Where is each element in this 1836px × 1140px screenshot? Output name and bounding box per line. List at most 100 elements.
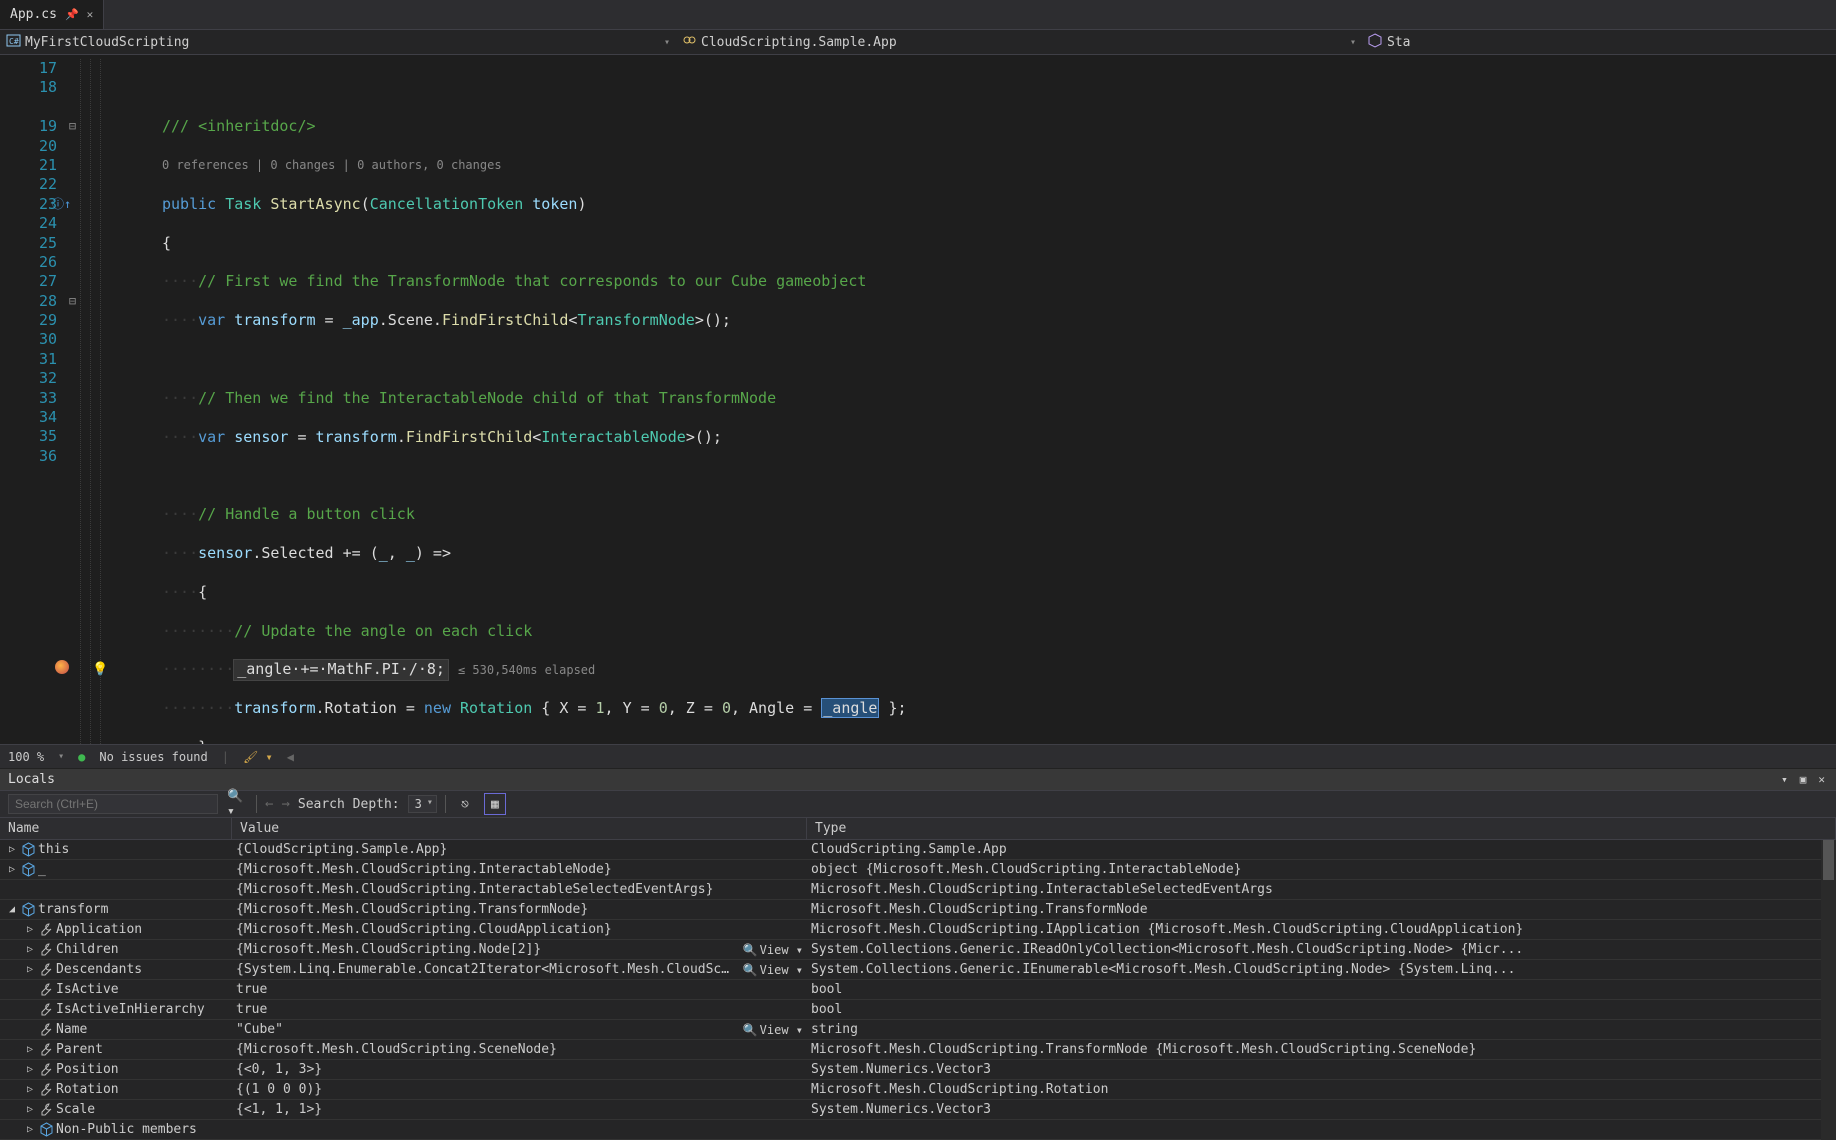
row-name: Position: [56, 1062, 119, 1077]
back-icon[interactable]: ←: [265, 796, 273, 812]
locals-row[interactable]: ▷ Rotation {(1 0 0 0)} Microsoft.Mesh.Cloud…: [0, 1080, 1836, 1100]
locals-row[interactable]: ▷ Application {Microsoft.Mesh.CloudScripti…: [0, 920, 1836, 940]
locals-row[interactable]: ◢transform{Microsoft.Mesh.CloudScripting…: [0, 900, 1836, 920]
expander-icon[interactable]: ▷: [24, 944, 36, 955]
row-value: {Microsoft.Mesh.CloudScripting.Interacta…: [236, 862, 803, 877]
wrench-icon: [38, 962, 54, 978]
locals-body[interactable]: ▷this{CloudScripting.Sample.App}CloudScr…: [0, 840, 1836, 1140]
view-dropdown[interactable]: 🔍 View ▾: [737, 963, 803, 977]
codelens[interactable]: 0 references | 0 changes | 0 authors, 0 …: [162, 156, 1836, 175]
brush-icon[interactable]: 🖌 ▾: [243, 750, 273, 764]
locals-grid-header: Name Value Type: [0, 818, 1836, 840]
locals-row[interactable]: ▷Children{Microsoft.Mesh.CloudScripting.…: [0, 940, 1836, 960]
row-value: {<0, 1, 3>}: [236, 1062, 803, 1077]
locals-title: Locals: [8, 772, 55, 787]
lightbulb-icon[interactable]: 💡: [92, 660, 108, 679]
code-editor[interactable]: 17 18 19 20 21 22 23 24 25 26 27 28 29 3…: [0, 55, 1836, 744]
depth-select[interactable]: 3: [408, 795, 437, 813]
view-dropdown[interactable]: 🔍 View ▾: [737, 943, 803, 957]
expander-icon[interactable]: ▷: [24, 1064, 36, 1075]
tree-toggle-icon[interactable]: ⎋: [454, 793, 476, 815]
locals-row[interactable]: ▷this{CloudScripting.Sample.App}CloudScr…: [0, 840, 1836, 860]
expander-icon[interactable]: ▷: [6, 864, 18, 875]
row-value: {(1 0 0 0)}: [236, 1082, 803, 1097]
zoom-chevron-icon[interactable]: ▾: [58, 751, 64, 762]
col-type-header[interactable]: Type: [807, 818, 1836, 839]
row-value: {Microsoft.Mesh.CloudScripting.Node[2]}: [236, 942, 737, 957]
row-value: {Microsoft.Mesh.CloudScripting.CloudAppl…: [236, 922, 803, 937]
expander-icon[interactable]: ▷: [24, 1104, 36, 1115]
close-window-icon[interactable]: ✕: [1815, 773, 1828, 786]
expander-icon[interactable]: ▷: [24, 924, 36, 935]
nav-left-icon[interactable]: ◀: [287, 750, 294, 764]
nav-class[interactable]: CloudScripting.Sample.App ▾: [682, 33, 1362, 52]
row-value: {CloudScripting.Sample.App}: [236, 842, 803, 857]
row-type: CloudScripting.Sample.App: [807, 842, 1836, 857]
code-content[interactable]: /// <inheritdoc/> 0 references | 0 chang…: [162, 55, 1836, 744]
pin-icon[interactable]: 📌: [65, 8, 79, 21]
expander-icon[interactable]: ◢: [6, 904, 18, 915]
row-type: System.Numerics.Vector3: [807, 1102, 1836, 1117]
row-name: Descendants: [56, 962, 142, 977]
pin-window-icon[interactable]: ▣: [1797, 773, 1810, 786]
row-name: Name: [56, 1022, 87, 1037]
search-icon[interactable]: 🔍▾: [226, 793, 248, 815]
cube-icon: [38, 1122, 54, 1138]
row-value: {Microsoft.Mesh.CloudScripting.Transform…: [236, 902, 803, 917]
nav-project[interactable]: C# MyFirstCloudScripting ▾: [6, 33, 676, 52]
row-name: Parent: [56, 1042, 103, 1057]
highlight-toggle-icon[interactable]: ▦: [484, 793, 506, 815]
col-name-header[interactable]: Name: [0, 818, 232, 839]
locals-row[interactable]: IsActivetruebool: [0, 980, 1836, 1000]
forward-icon[interactable]: →: [281, 796, 289, 812]
row-name: Rotation: [56, 1082, 119, 1097]
locals-row[interactable]: ▷Scale{<1, 1, 1>}System.Numerics.Vector3: [0, 1100, 1836, 1120]
nav-project-label: MyFirstCloudScripting: [25, 35, 189, 50]
row-value: {System.Linq.Enumerable.Concat2Iterator<…: [236, 962, 737, 977]
nav-member[interactable]: Sta: [1368, 33, 1830, 52]
tab-bar: App.cs 📌 ✕: [0, 0, 1836, 30]
row-name: _: [38, 862, 46, 877]
col-value-header[interactable]: Value: [232, 818, 807, 839]
locals-row[interactable]: IsActiveInHierarchytruebool: [0, 1000, 1836, 1020]
window-dropdown-icon[interactable]: ▾: [1778, 773, 1791, 786]
svg-text:C#: C#: [9, 37, 19, 46]
locals-row[interactable]: ▷Non-Public members: [0, 1120, 1836, 1140]
chevron-down-icon: ▾: [664, 37, 676, 48]
locals-row[interactable]: ▷ _ {Microsoft.Mesh.CloudScripting.Interac…: [0, 860, 1836, 880]
breakpoint-gutter[interactable]: [0, 55, 20, 744]
close-icon[interactable]: ✕: [87, 8, 94, 21]
class-icon: [682, 33, 697, 52]
scrollbar[interactable]: [1821, 840, 1836, 1140]
csharp-project-icon: C#: [6, 33, 21, 52]
locals-row[interactable]: ▷ Descendants {System.Linq.Enumerable.Conc…: [0, 960, 1836, 980]
view-dropdown[interactable]: 🔍 View ▾: [737, 1023, 803, 1037]
locals-row[interactable]: ▷Parent{Microsoft.Mesh.CloudScripting.Sc…: [0, 1040, 1836, 1060]
file-tab[interactable]: App.cs 📌 ✕: [0, 0, 104, 29]
cube-icon: [20, 842, 36, 858]
wrench-icon: [38, 1002, 54, 1018]
expander-icon[interactable]: ▷: [24, 964, 36, 975]
row-type: object {Microsoft.Mesh.CloudScripting.In…: [807, 862, 1836, 877]
wrench-icon: [38, 1022, 54, 1038]
locals-row[interactable]: ▷ Position {<0, 1, 3>} System.Numerics.Vect…: [0, 1060, 1836, 1080]
method-icon: [1368, 33, 1383, 52]
selected-identifier: _angle: [821, 698, 879, 718]
expander-icon[interactable]: ▷: [6, 844, 18, 855]
row-type: string: [807, 1022, 1836, 1037]
zoom-level[interactable]: 100 %: [8, 750, 44, 764]
row-type: Microsoft.Mesh.CloudScripting.IApplicati…: [807, 922, 1836, 937]
locals-search-input[interactable]: [8, 794, 218, 814]
current-statement: _angle·+=·MathF.PI·/·8;: [234, 660, 448, 679]
expander-icon[interactable]: ▷: [24, 1084, 36, 1095]
locals-row[interactable]: Name"Cube"🔍 View ▾string: [0, 1020, 1836, 1040]
collapse-gutter[interactable]: ⊟ ⊟: [65, 55, 80, 744]
locals-row[interactable]: {Microsoft.Mesh.CloudScripting.Interacta…: [0, 880, 1836, 900]
wrench-icon: [38, 1082, 54, 1098]
row-type: System.Numerics.Vector3: [807, 1062, 1836, 1077]
row-type: Microsoft.Mesh.CloudScripting.Rotation: [807, 1082, 1836, 1097]
row-name: Application: [56, 922, 142, 937]
expander-icon[interactable]: ▷: [24, 1124, 36, 1135]
expander-icon[interactable]: ▷: [24, 1044, 36, 1055]
row-type: Microsoft.Mesh.CloudScripting.Interactab…: [807, 882, 1836, 897]
